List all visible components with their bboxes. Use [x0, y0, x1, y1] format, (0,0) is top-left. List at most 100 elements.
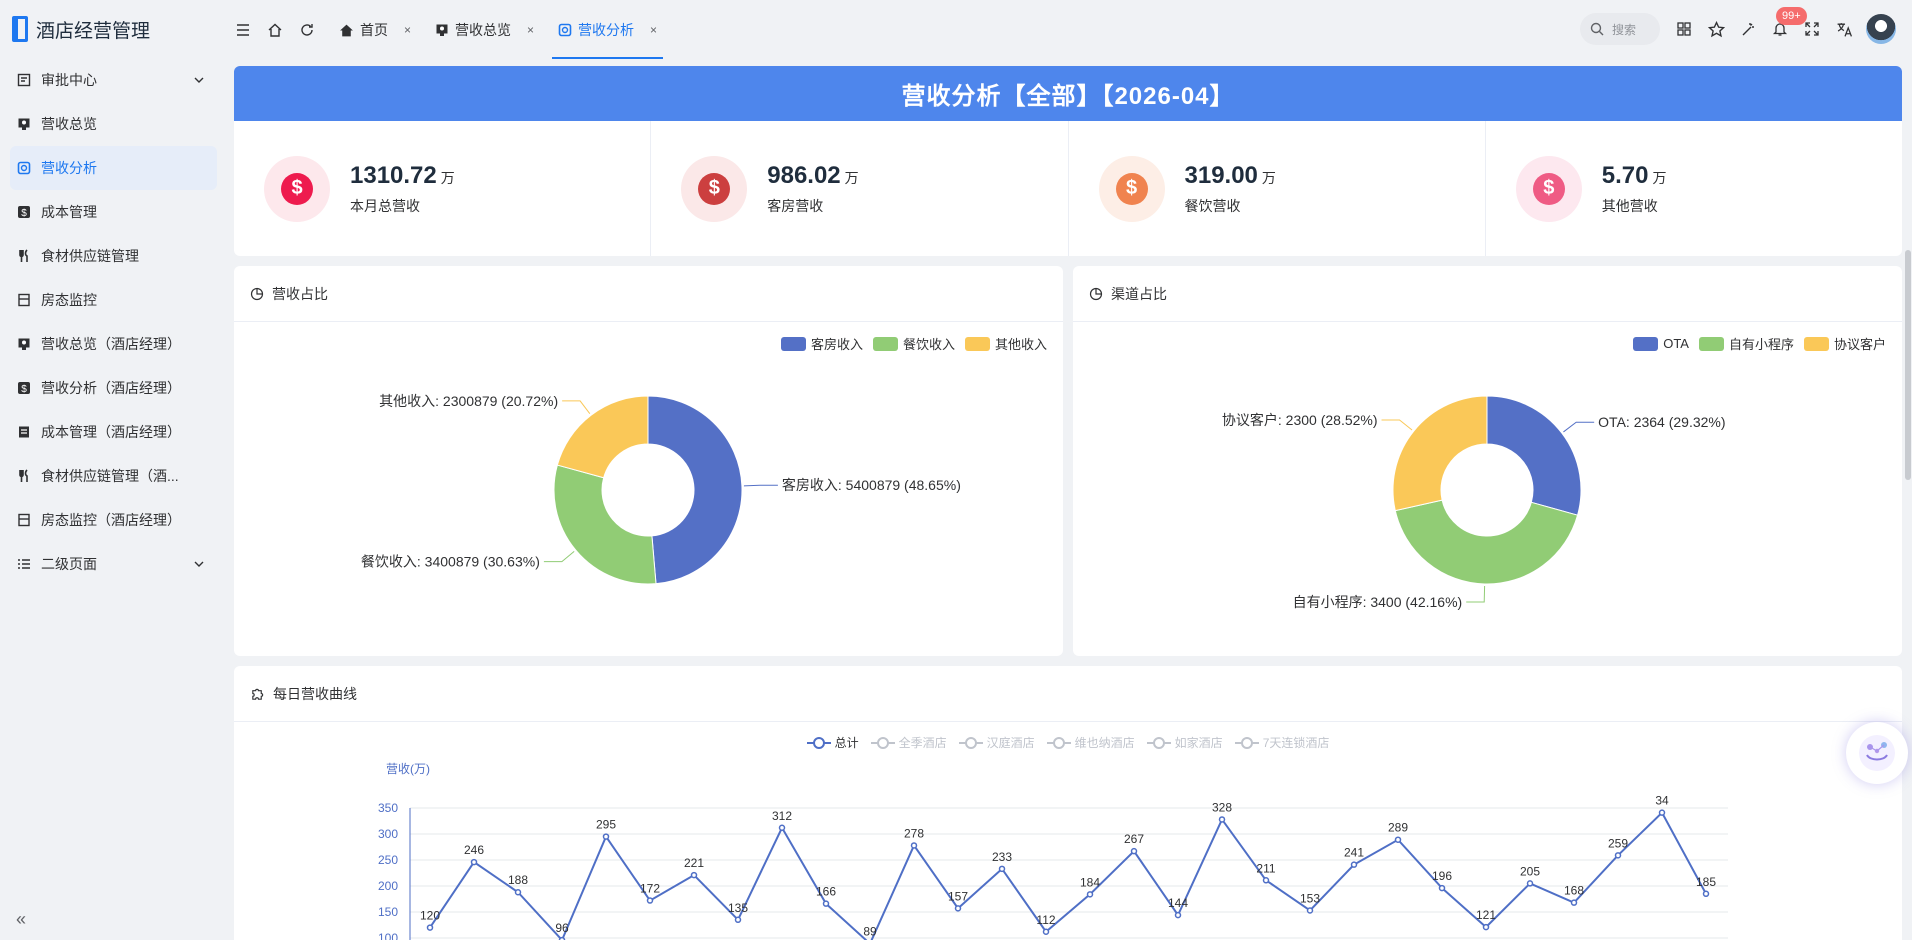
notification-bell-icon[interactable]: 99+ [1764, 7, 1807, 45]
refresh-icon[interactable] [291, 14, 323, 46]
close-icon[interactable]: × [527, 23, 534, 37]
legend-marker-icon [1146, 736, 1171, 749]
data-point[interactable] [910, 842, 918, 849]
label-leader-line [543, 550, 575, 563]
sidebar-item[interactable]: $ 成本管理 [10, 190, 217, 234]
kpi-icon-bg: $ [264, 155, 330, 222]
kpi-card: $ 986.02 万 客房营收 [651, 121, 1069, 256]
pie-slice[interactable] [1486, 395, 1582, 516]
data-label: 112 [1036, 913, 1055, 927]
data-point[interactable] [1042, 928, 1050, 936]
kpi-row: $ 1310.72 万 本月总营收 $ 986.02 万 客房营收 $ 319.00… [234, 121, 1902, 256]
sidebar-item[interactable]: 审批中心 [10, 58, 217, 102]
data-point[interactable] [1482, 923, 1490, 931]
data-point[interactable] [514, 888, 522, 896]
sidebar-item-label: 房态监控（酒店经理） [41, 512, 181, 528]
label-leader-line [743, 484, 778, 487]
data-point[interactable] [778, 824, 786, 832]
data-point[interactable] [426, 924, 434, 931]
topbar: 首页 × 营收总览 × 营收分析 × 搜索 99+ [227, 0, 1912, 60]
user-avatar[interactable] [1866, 14, 1896, 44]
menu-fold-icon[interactable] [227, 14, 259, 46]
magic-wand-icon[interactable] [1732, 13, 1764, 45]
sidebar-item[interactable]: 房态监控（酒店经理） [10, 498, 217, 542]
pie-slice[interactable] [1392, 395, 1488, 512]
data-point[interactable] [1526, 880, 1534, 887]
data-point[interactable] [1394, 836, 1402, 843]
close-icon[interactable]: × [404, 23, 411, 37]
sidebar-item[interactable]: 房态监控 [10, 278, 217, 322]
app-logo[interactable]: 酒店经营管理 [0, 0, 227, 58]
data-point[interactable] [1130, 847, 1138, 855]
y-tick-label: 250 [378, 853, 398, 867]
tab[interactable]: 首页 × [327, 0, 423, 60]
legend-item[interactable]: 7天连锁酒店 [1234, 734, 1330, 751]
data-point[interactable] [1570, 899, 1578, 906]
sidebar-item[interactable]: 营收总览（酒店经理） [10, 322, 217, 366]
sidebar-item[interactable]: 营收分析 [10, 146, 217, 190]
data-point[interactable] [1262, 877, 1270, 884]
fullscreen-icon[interactable] [1796, 13, 1828, 45]
data-label: 166 [816, 885, 836, 899]
data-label: 205 [1520, 864, 1540, 878]
sidebar-item[interactable]: 食材供应链管理 [10, 234, 217, 278]
home-icon [339, 23, 354, 38]
data-point[interactable] [1218, 816, 1226, 823]
page-scrollbar[interactable] [1905, 250, 1911, 480]
data-point[interactable] [954, 905, 962, 912]
data-point[interactable] [1658, 809, 1666, 816]
data-point[interactable] [1702, 890, 1710, 898]
pie-slice[interactable] [556, 395, 649, 479]
apps-icon[interactable] [1668, 13, 1700, 45]
data-point[interactable] [998, 865, 1006, 873]
ai-assistant-button[interactable] [1846, 722, 1908, 784]
channel-share-card: 渠道占比 OTA 自有小程序 协议客户 OTA: 2364 (29.32%) 自有小程… [1073, 266, 1902, 656]
data-label: 168 [1564, 884, 1584, 898]
search-box[interactable]: 搜索 [1580, 13, 1660, 45]
legend-label: 7天连锁酒店 [1262, 736, 1330, 750]
sidebar-item[interactable]: 成本管理（酒店经理） [10, 410, 217, 454]
data-point[interactable] [734, 916, 742, 924]
slice-label: OTA: 2364 (29.32%) [1598, 414, 1725, 430]
sidebar-item[interactable]: $ 营收分析（酒店经理） [10, 366, 217, 410]
data-point[interactable] [1350, 861, 1358, 868]
legend-item[interactable]: 如家酒店 [1146, 734, 1223, 751]
legend-marker-icon [806, 736, 831, 749]
kpi-label: 其他营收 [1601, 197, 1658, 214]
sidebar-item[interactable]: 营收总览 [10, 102, 217, 146]
slice-label: 协议客户: 2300 (28.52%) [1222, 412, 1378, 428]
sidebar-item-label: 营收分析 [41, 160, 97, 176]
data-point[interactable] [1306, 907, 1314, 914]
legend-item[interactable]: 维也纳酒店 [1046, 734, 1135, 751]
data-point[interactable] [690, 871, 698, 879]
translate-icon[interactable] [1828, 13, 1860, 45]
data-point[interactable] [1614, 852, 1622, 859]
sidebar-item[interactable]: 二级页面 [10, 542, 217, 586]
data-point[interactable] [1174, 911, 1182, 919]
data-point[interactable] [646, 897, 654, 904]
legend-marker-icon [1046, 736, 1071, 749]
data-label: 157 [948, 889, 968, 903]
star-icon[interactable] [1700, 13, 1732, 45]
sidebar-item[interactable]: 食材供应链管理（酒... [10, 454, 217, 498]
legend-item[interactable]: 全季酒店 [870, 734, 947, 751]
kpi-label: 客房营收 [767, 197, 824, 214]
pie-slice[interactable] [1394, 499, 1579, 585]
pie-slice[interactable] [553, 464, 657, 585]
data-point[interactable] [602, 833, 610, 840]
data-point[interactable] [1086, 891, 1094, 898]
legend-label: 全季酒店 [898, 736, 947, 750]
legend-item[interactable]: 总计 [806, 734, 859, 751]
pie-slice[interactable] [647, 395, 743, 585]
close-icon[interactable]: × [650, 23, 657, 37]
data-point[interactable] [1438, 884, 1446, 892]
slice-label: 客房收入: 5400879 (48.65%) [782, 477, 961, 493]
legend-item[interactable]: 汉庭酒店 [958, 734, 1035, 751]
room-icon [16, 293, 31, 308]
tab[interactable]: 营收分析 × [546, 0, 669, 60]
collapse-sidebar-icon[interactable]: « [16, 909, 26, 930]
tab[interactable]: 营收总览 × [423, 0, 546, 60]
data-point[interactable] [470, 858, 478, 866]
home-icon[interactable] [259, 14, 291, 46]
data-point[interactable] [822, 900, 830, 907]
